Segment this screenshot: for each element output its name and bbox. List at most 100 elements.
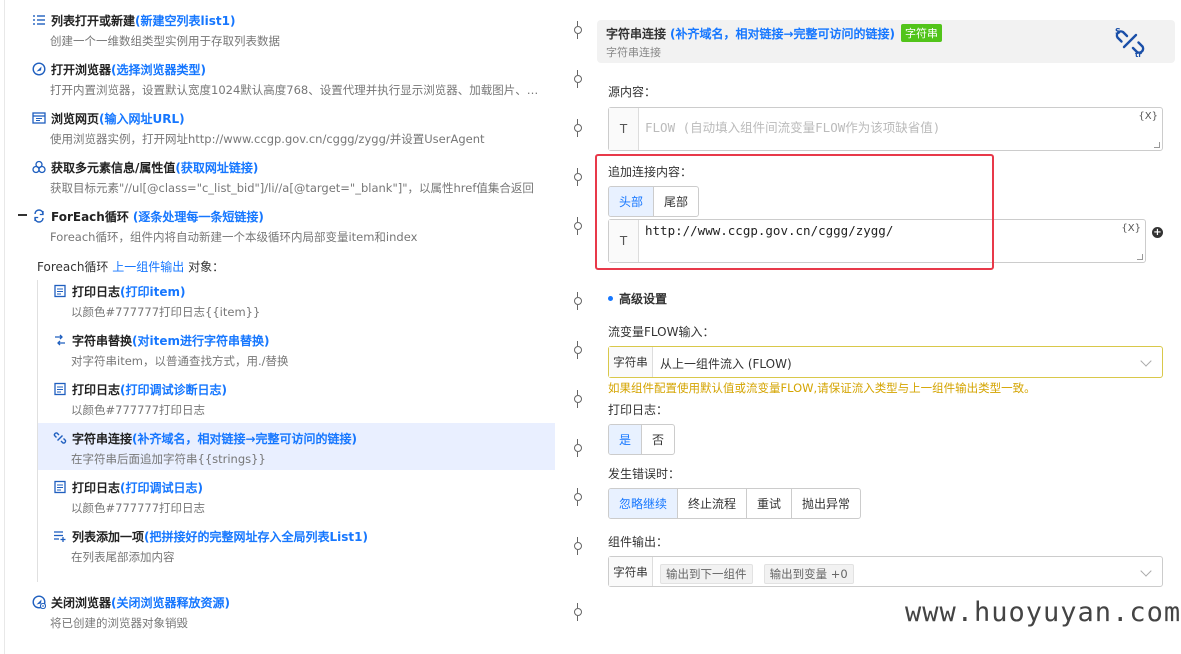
- webpage-icon: [32, 111, 46, 125]
- step-description: 获取目标元素"//ul[@class="c_list_bid"]/li//a[@…: [50, 181, 534, 195]
- step-name: 获取多元素信息/属性值: [51, 160, 176, 175]
- log-yes-option[interactable]: 是: [609, 425, 642, 454]
- step-description: 以颜色#777777打印日志: [71, 403, 206, 417]
- source-placeholder: FLOW (自动填入组件间流变量FLOW作为该项缺省值): [645, 120, 941, 135]
- connector-pin[interactable]: [574, 168, 582, 186]
- svg-text:S: S: [1115, 27, 1121, 36]
- error-ignore-option[interactable]: 忽略继续: [609, 489, 678, 518]
- resize-handle[interactable]: [1154, 142, 1160, 148]
- step-name: ForEach循环: [51, 209, 129, 224]
- step-list-create[interactable]: 列表打开或新建 (新建空列表list1) 创建一个一维数组类型实例用于存取列表数…: [32, 9, 562, 55]
- step-get-multi-element[interactable]: 获取多元素信息/属性值 (获取网址链接) 获取目标元素"//ul[@class=…: [32, 156, 562, 202]
- watermark: www.huoyuyan.com: [905, 597, 1181, 628]
- step-list-add[interactable]: 列表添加一项 (把拼接好的完整网址存入全局列表List1) 在列表尾部添加内容: [53, 525, 553, 571]
- step-description: 创建一个一维数组类型实例用于存取列表数据: [50, 34, 280, 48]
- step-print-log[interactable]: 打印日志 (打印调试日志) 以颜色#777777打印日志: [53, 476, 553, 522]
- step-name: 打印日志: [72, 284, 121, 299]
- connector-pin[interactable]: [574, 119, 582, 137]
- step-close-browser[interactable]: 关闭浏览器 (关闭浏览器释放资源) 将已创建的浏览器对象销毁: [32, 591, 562, 637]
- step-subtitle: (关闭浏览器释放资源): [111, 595, 230, 610]
- step-subtitle: (打印调试诊断日志): [120, 382, 227, 397]
- advanced-settings-label: 高级设置: [619, 292, 668, 306]
- step-description: 对字符串item，以普通查找方式，用./替换: [71, 354, 289, 368]
- output-chip[interactable]: 输出到变量 +0: [763, 564, 854, 584]
- list-icon: [32, 13, 46, 27]
- resize-handle[interactable]: [1137, 254, 1143, 260]
- highlight-annotation-box: [595, 154, 994, 270]
- output-label: 组件输出：: [608, 535, 669, 549]
- variable-insert-icon[interactable]: {X}: [1121, 223, 1141, 234]
- panel-header: 字符串连接 (补齐域名，相对链接→完整可访问的链接) 字符串 字符串连接 Str: [597, 20, 1175, 63]
- left-border: [4, 0, 5, 654]
- string-join-logo-icon: Str: [1113, 26, 1147, 59]
- step-subtitle: (把拼接好的完整网址存入全局列表List1): [144, 529, 368, 544]
- loop-icon: [32, 209, 46, 223]
- step-foreach[interactable]: ForEach循环 (逐条处理每一条短链接) Foreach循环，组件内将自动新…: [32, 205, 562, 251]
- step-description: 打开内置浏览器，设置默认宽度1024默认高度768、设置代理并执行显示浏览器、加…: [50, 83, 539, 97]
- chevron-down-icon: [1140, 565, 1152, 577]
- step-string-join[interactable]: 字符串连接 (补齐域名，相对链接→完整可访问的链接) 在字符串后面追加字符串{{…: [53, 427, 553, 473]
- step-description: Foreach循环，组件内将自动新建一个本级循环内局部变量item和index: [50, 230, 418, 244]
- string-join-icon: [53, 431, 67, 445]
- bullet-icon: [608, 296, 613, 301]
- connector-pin[interactable]: [574, 292, 582, 310]
- foreach-suffix: 对象：: [188, 260, 225, 274]
- connector-pin[interactable]: [574, 341, 582, 359]
- source-label: 源内容：: [608, 85, 657, 99]
- connector-pin[interactable]: [574, 70, 582, 88]
- svg-text:tr: tr: [1135, 51, 1142, 58]
- connector-pin[interactable]: [574, 488, 582, 506]
- connector-pin[interactable]: [574, 603, 582, 621]
- step-description: 在字符串后面追加字符串{{strings}}: [71, 452, 266, 466]
- step-string-replace[interactable]: 字符串替换 (对item进行字符串替换) 对字符串item，以普通查找方式，用.…: [53, 329, 553, 375]
- connector-pin[interactable]: [574, 537, 582, 555]
- connector-pin[interactable]: [574, 439, 582, 457]
- error-stop-option[interactable]: 终止流程: [677, 489, 746, 518]
- type-tag: 字符串: [901, 24, 943, 42]
- step-subtitle: (获取网址链接): [175, 160, 259, 175]
- log-no-option[interactable]: 否: [641, 425, 674, 454]
- panel-subtitle: 字符串连接: [606, 46, 661, 59]
- print-log-label: 打印日志：: [608, 403, 669, 417]
- step-description: 以颜色#777777打印日志: [71, 501, 206, 515]
- log-icon: [53, 382, 67, 396]
- advanced-settings-header[interactable]: 高级设置: [608, 290, 667, 307]
- step-name: 列表打开或新建: [51, 13, 136, 28]
- step-open-browser[interactable]: 打开浏览器 (选择浏览器类型) 打开内置浏览器，设置默认宽度1024默认高度76…: [32, 58, 562, 104]
- step-print-log[interactable]: 打印日志 (打印调试诊断日志) 以颜色#777777打印日志: [53, 378, 553, 424]
- flow-editor: 列表打开或新建 (新建空列表list1) 创建一个一维数组类型实例用于存取列表数…: [0, 0, 587, 654]
- panel-title: 字符串连接: [606, 26, 667, 41]
- log-icon: [53, 480, 67, 494]
- add-item-icon[interactable]: +: [1152, 227, 1163, 238]
- error-retry-option[interactable]: 重试: [746, 489, 791, 518]
- step-print-log[interactable]: 打印日志 (打印item) 以颜色#777777打印日志{{item}}: [53, 280, 553, 326]
- connector-pin[interactable]: [574, 217, 582, 235]
- connector-pin[interactable]: [574, 21, 582, 39]
- step-name: 打开浏览器: [51, 62, 112, 77]
- step-subtitle: (对item进行字符串替换): [132, 333, 270, 348]
- output-chips: 输出到下一组件 输出到变量 +0: [660, 563, 860, 584]
- flow-selected-value: 从上一组件流入 (FLOW): [660, 357, 792, 371]
- collapse-icon[interactable]: [18, 214, 27, 216]
- step-subtitle: (选择浏览器类型): [111, 62, 206, 77]
- foreach-prefix: Foreach循环: [37, 260, 109, 274]
- step-subtitle: (打印调试日志): [120, 480, 203, 495]
- foreach-source-link[interactable]: 上一组件输出: [112, 260, 184, 274]
- step-name: 关闭浏览器: [51, 595, 112, 610]
- step-name: 浏览网页: [51, 111, 100, 126]
- step-name: 字符串替换: [72, 333, 133, 348]
- output-select[interactable]: 字符串 输出到下一组件 输出到变量 +0: [608, 556, 1163, 587]
- text-type-button[interactable]: T: [609, 108, 639, 150]
- step-name: 打印日志: [72, 480, 121, 495]
- source-content-field[interactable]: T FLOW (自动填入组件间流变量FLOW作为该项缺省值) {X}: [608, 107, 1163, 151]
- flow-input-select[interactable]: 字符串 从上一组件流入 (FLOW): [608, 346, 1163, 378]
- step-subtitle: (输入网址URL): [99, 111, 185, 126]
- step-name: 字符串连接: [72, 431, 133, 446]
- error-throw-option[interactable]: 抛出异常: [791, 489, 860, 518]
- multi-element-icon: [32, 160, 46, 174]
- connector-pin[interactable]: [574, 390, 582, 408]
- step-browse-webpage[interactable]: 浏览网页 (输入网址URL) 使用浏览器实例，打开网址http://www.cc…: [32, 107, 562, 153]
- panel-title-sub: (补齐域名，相对链接→完整可访问的链接): [670, 26, 896, 41]
- variable-insert-icon[interactable]: {X}: [1138, 111, 1158, 122]
- output-chip[interactable]: 输出到下一组件: [660, 564, 753, 584]
